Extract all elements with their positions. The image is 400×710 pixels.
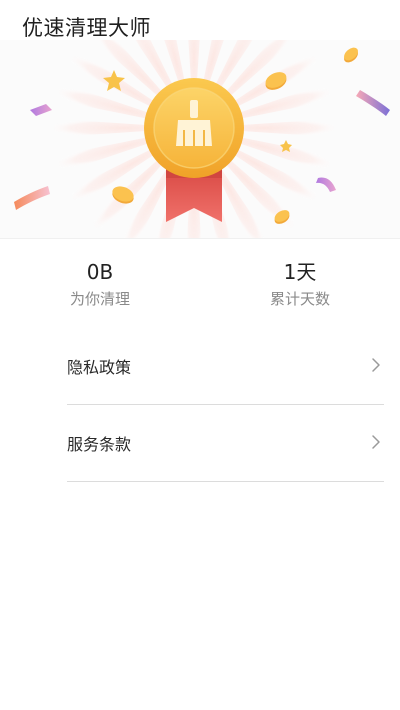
chevron-right-icon [372,435,380,449]
broom-medal-icon [144,78,244,178]
menu-item-label: 服务条款 [67,435,132,454]
stat-cleaned-value: 0B [86,260,114,284]
menu-item-label: 隐私政策 [67,358,132,377]
hero-banner [0,40,400,239]
hero-illustration [14,40,390,238]
chevron-right-icon [372,358,380,372]
menu-item-privacy-policy[interactable]: 隐私政策 [67,328,384,405]
app-title: 优速清理大师 [22,16,151,40]
confetti-ribbon-right-mid [316,177,336,192]
confetti-ribbon-left-bottom [14,186,50,210]
stat-days: 1天 累计天数 [230,258,370,310]
menu-item-terms-of-service[interactable]: 服务条款 [67,405,384,482]
stat-cleaned: 0B 为你清理 [30,258,170,310]
stat-days-value: 1天 [283,260,317,284]
confetti-ribbon-left-top [30,104,52,116]
stat-cleaned-label: 为你清理 [69,290,130,308]
settings-menu: 隐私政策 服务条款 [67,328,384,482]
coin-icon [344,47,358,63]
confetti-ribbon-right-top [356,90,390,116]
app-screen: 优速清理大师 0B 为你清理 1天 累计天数 隐私政策 服务条款 [0,0,400,710]
stats-panel: 0B 为你清理 1天 累计天数 [0,258,400,318]
stat-days-label: 累计天数 [269,290,330,308]
